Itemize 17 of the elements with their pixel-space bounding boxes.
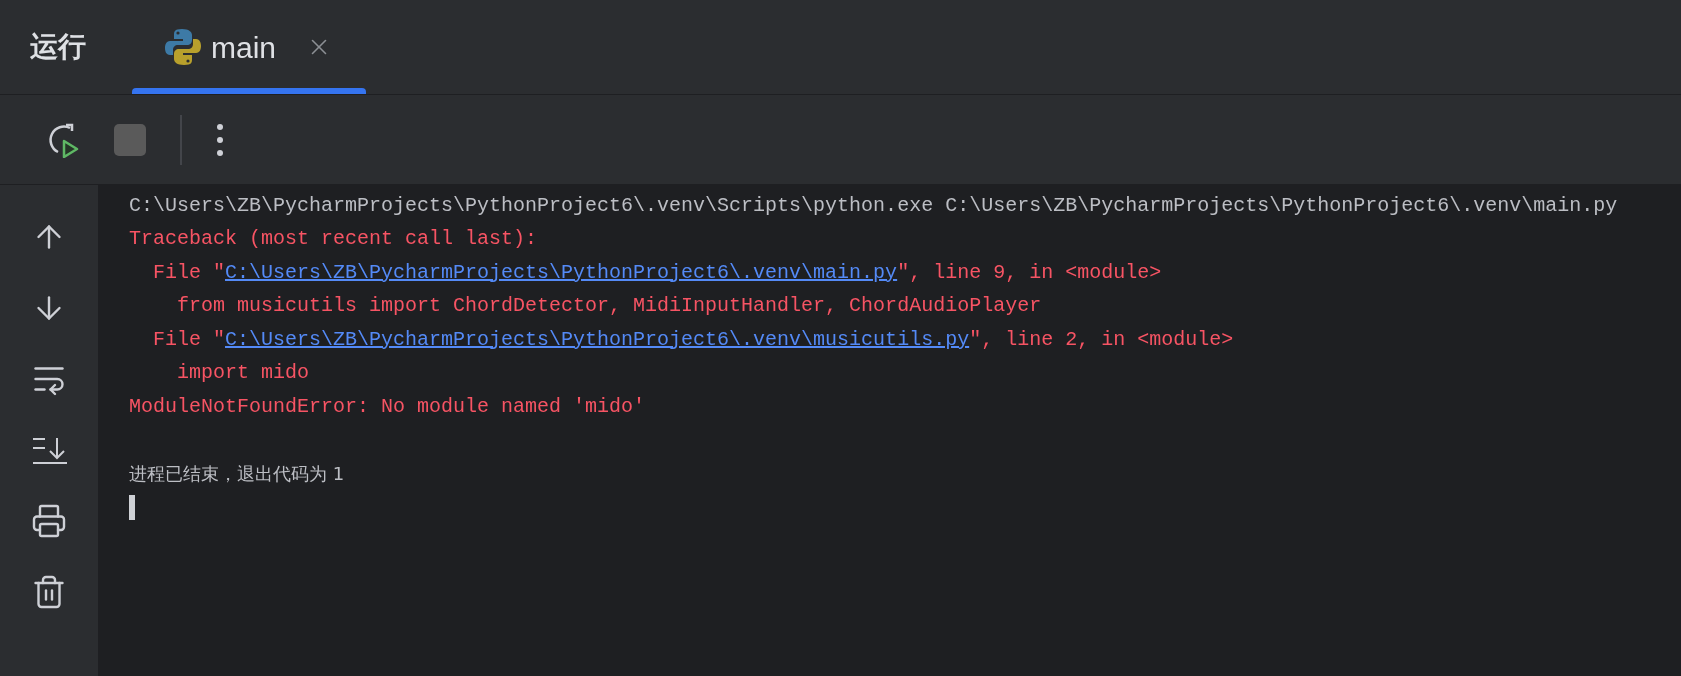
console-line: 进程已结束，退出代码为 1 [129,462,345,487]
run-tab[interactable]: main [132,0,366,94]
console-line: from musicutils import ChordDetector, MidiInputHandler, ChordAudioPlayer [176,293,1042,320]
clear-all-icon[interactable] [31,574,67,610]
console-line: Traceback (most recent call last): [129,226,538,253]
print-icon[interactable] [31,503,67,539]
console-line: import mido [176,360,310,387]
console-line: ModuleNotFoundError: No module named 'mido' [129,393,646,420]
console-line: C:\Users\ZB\PycharmProjects\PythonProject6\.venv\Scripts\python.exe C:\Users\ZB\PycharmProjects\PythonProject6\.venv\main.py [129,192,1618,219]
file-link[interactable]: C:\Users\ZB\PycharmProjects\PythonProject6\.venv\musicutils.py [225,327,970,351]
file-link[interactable]: C:\Users\ZB\PycharmProjects\PythonProject6\.venv\main.py [225,260,898,284]
tool-window-title: 运行 [30,29,86,65]
python-logo-icon [165,28,201,66]
console-line: File "C:\Users\ZB\PycharmProjects\PythonProject6\.venv\main.py", line 9, in <module> [152,259,1162,286]
text-cursor [129,494,135,520]
more-options-icon[interactable] [216,122,224,157]
console-line: File "C:\Users\ZB\PycharmProjects\PythonProject6\.venv\musicutils.py", line 2, in <module> [152,326,1234,353]
